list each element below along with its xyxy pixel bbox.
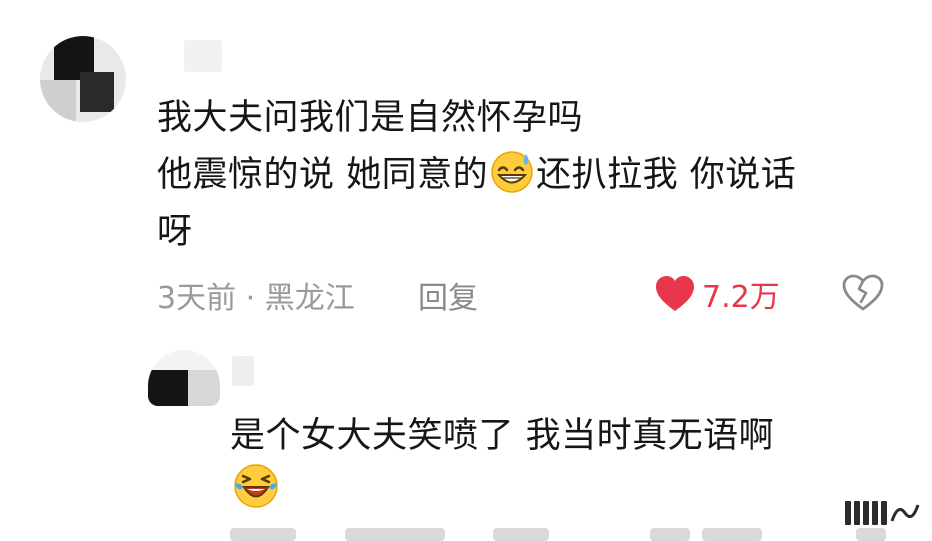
watermark-logo: [776, 497, 920, 529]
comment-text-segment: 还扒拉我 你说话: [536, 155, 797, 195]
reply-button[interactable]: 回复: [418, 273, 478, 317]
replier-name-blurred[interactable]: [232, 356, 254, 386]
reply-meta-clipped: [702, 528, 762, 541]
reply-meta-clipped: [650, 528, 690, 541]
replier-avatar[interactable]: [148, 350, 220, 406]
watermark-bar: [881, 501, 887, 525]
watermark-bar: [845, 501, 851, 525]
like-button[interactable]: 7.2万: [654, 272, 780, 316]
comment-time-location: 3天前 · 黑龙江: [157, 281, 355, 316]
comment-text-line-2: 他震惊的说 她同意的 还扒拉我 你说话: [157, 147, 796, 204]
reply-text-line-1: 是个女大夫笑喷了 我当时真无语啊: [230, 416, 775, 456]
reply-meta-clipped: [345, 528, 445, 541]
avatar-mosaic-block: [40, 80, 76, 122]
comment-text-line-1: 我大夫问我们是自然怀孕吗: [157, 98, 584, 138]
heart-filled-icon: [656, 276, 694, 311]
watermark-bar: [863, 501, 869, 525]
avatar-mosaic-block: [148, 370, 188, 406]
broken-heart-icon[interactable]: [842, 274, 884, 312]
watermark-bar: [872, 501, 878, 525]
laughing-crying-emoji-icon: [234, 464, 278, 508]
commenter-name-blurred[interactable]: [184, 40, 222, 72]
reply-meta-clipped: [493, 528, 549, 541]
reply-text-line-2: [230, 462, 282, 520]
reply-meta-clipped: [230, 528, 296, 541]
avatar-mosaic-block: [80, 72, 114, 112]
watermark-bar: [854, 501, 860, 525]
comment-text-segment: 他震惊的说 她同意的: [157, 155, 489, 195]
comment-text-line-3: 呀: [157, 212, 193, 252]
grinning-sweat-emoji-icon: [491, 151, 533, 193]
avatar-mosaic-block: [188, 370, 220, 406]
reply-meta-clipped: [856, 528, 886, 541]
watermark-glyph-icon: [890, 504, 920, 522]
like-count: 7.2万: [702, 280, 780, 315]
commenter-avatar[interactable]: [40, 36, 126, 122]
